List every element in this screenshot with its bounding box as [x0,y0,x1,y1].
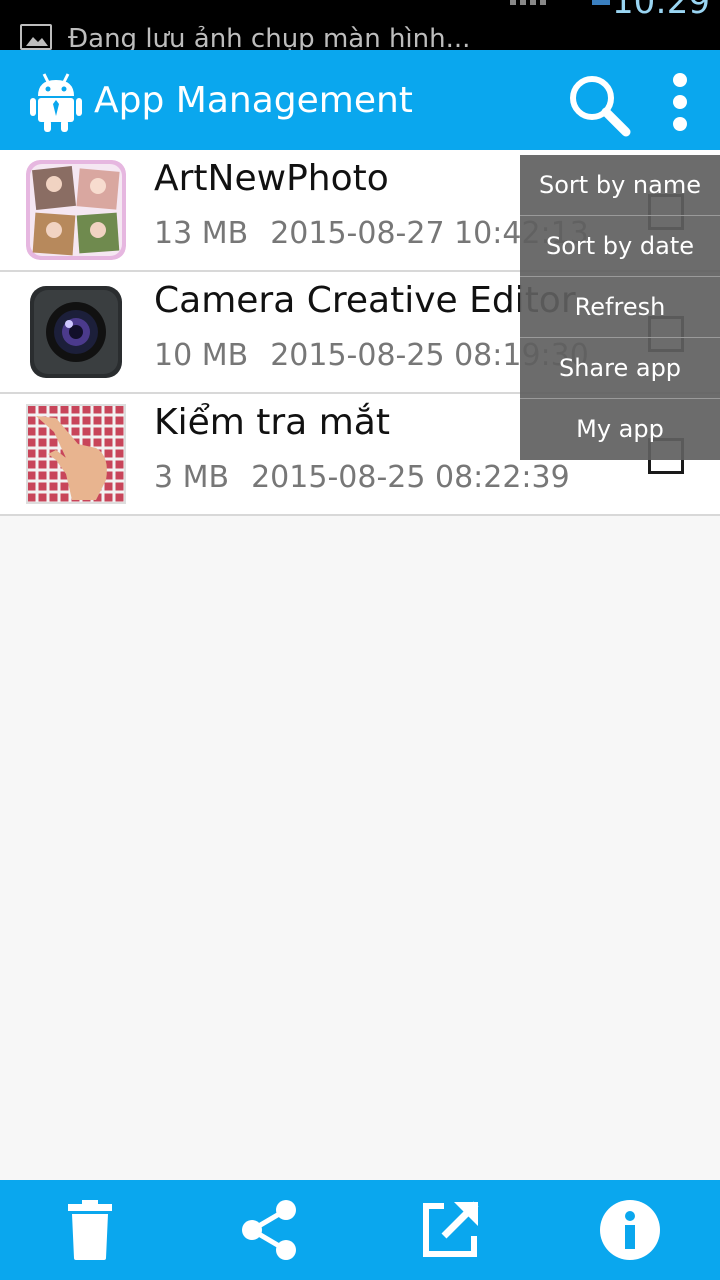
app-size: 10 MB [154,338,249,373]
menu-item-refresh[interactable]: Refresh [520,277,720,338]
app-name: Kiểm tra mắt [154,402,390,443]
status-icons [460,0,620,8]
camera-creative-editor-app-icon [26,282,126,382]
app-title: App Management [94,80,413,121]
overflow-menu: Sort by name Sort by date Refresh Share … [520,155,720,460]
app-meta: 3 MB 2015-08-25 08:22:39 [154,460,570,495]
info-icon[interactable] [598,1198,662,1262]
menu-item-my-app[interactable]: My app [520,399,720,460]
image-icon [20,24,52,50]
share-icon[interactable] [238,1198,302,1262]
menu-item-share-app[interactable]: Share app [520,338,720,399]
android-robot-icon [28,70,84,132]
kiem-tra-mat-app-icon [26,404,126,504]
notification-text: Đang lưu ảnh chụp màn hình... [68,24,471,50]
app-install-date: 2015-08-25 08:22:39 [251,460,570,495]
menu-item-sort-by-date[interactable]: Sort by date [520,216,720,277]
trash-icon[interactable] [58,1198,122,1262]
bottom-toolbar [0,1180,720,1280]
search-icon[interactable] [566,72,632,138]
menu-item-sort-by-name[interactable]: Sort by name [520,155,720,216]
more-vert-icon[interactable] [660,72,700,132]
app-size: 3 MB [154,460,230,495]
status-bar: 10:29 Đang lưu ảnh chụp màn hình... [0,0,720,50]
clock: 10:29 [612,0,710,22]
app-name: ArtNewPhoto [154,158,389,199]
artnewphoto-app-icon [26,160,126,260]
app-bar: App Management [0,50,720,150]
open-external-icon[interactable] [418,1198,482,1262]
app-name: Camera Creative Editor [154,280,576,321]
app-size: 13 MB [154,216,249,251]
